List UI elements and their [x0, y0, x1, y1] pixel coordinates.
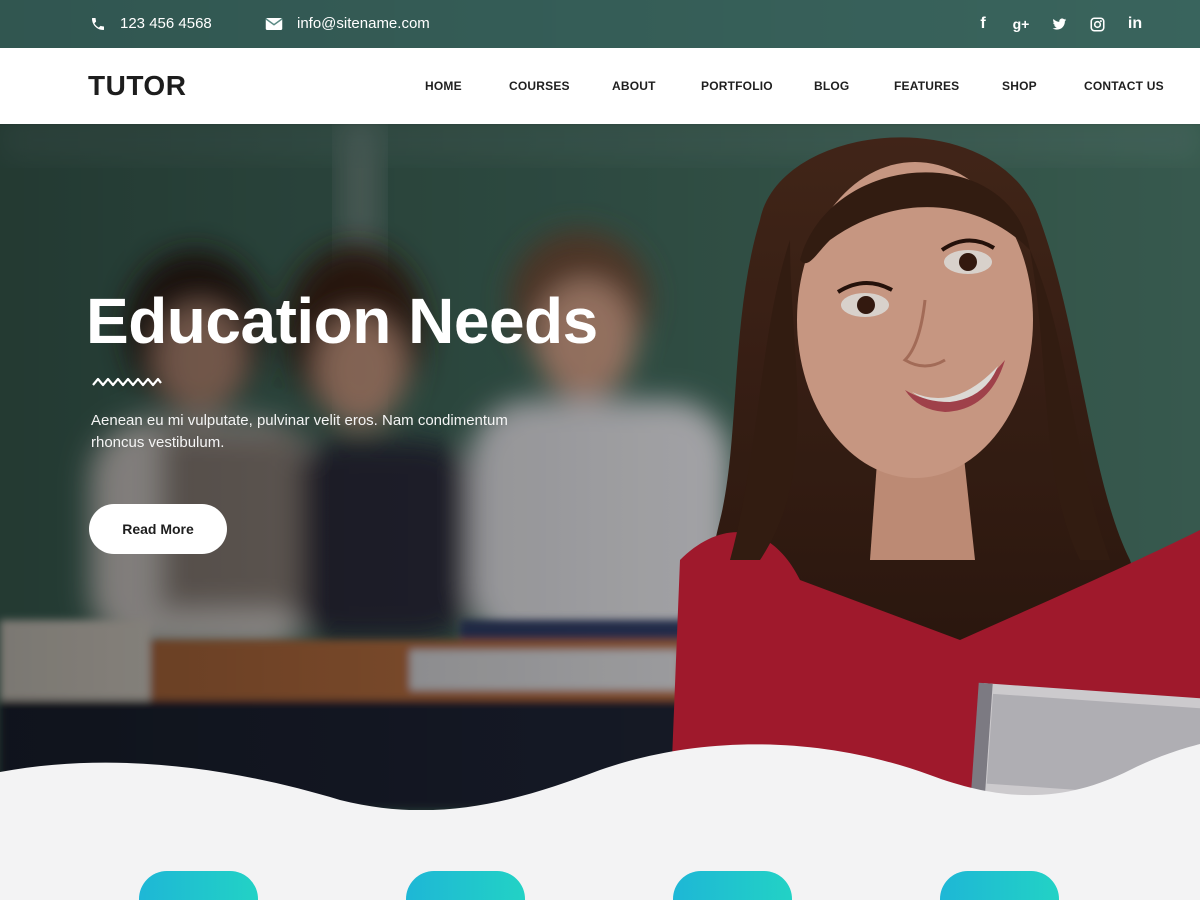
facebook-icon[interactable]: f — [964, 13, 1002, 35]
main-menu: HOME COURSES ABOUT PORTFOLIO BLOG FEATUR… — [0, 79, 1200, 99]
twitter-bird-glyph — [1052, 17, 1066, 30]
instagram-icon[interactable] — [1078, 13, 1116, 35]
menu-item-contact-us[interactable]: CONTACT US — [1084, 79, 1164, 93]
zigzag-divider — [92, 377, 162, 387]
top-contact-bar: 123 456 4568 info@sitename.com f g+ in — [0, 0, 1200, 48]
menu-item-portfolio[interactable]: PORTFOLIO — [701, 79, 773, 93]
main-navbar: TUTOR HOME COURSES ABOUT PORTFOLIO BLOG … — [0, 48, 1200, 124]
email-contact[interactable]: info@sitename.com — [265, 15, 430, 32]
instagram-camera-glyph — [1089, 16, 1105, 32]
feature-card-3[interactable] — [673, 871, 792, 900]
hero-title: Education Needs — [86, 285, 598, 357]
linkedin-icon[interactable]: in — [1116, 13, 1154, 35]
hero-description: Aenean eu mi vulputate, pulvinar velit e… — [91, 412, 508, 451]
social-links: f g+ in — [964, 13, 1154, 35]
twitter-icon[interactable] — [1040, 13, 1078, 35]
menu-item-blog[interactable]: BLOG — [814, 79, 849, 93]
feature-card-1[interactable] — [139, 871, 258, 900]
feature-card-2[interactable] — [406, 871, 525, 900]
phone-icon — [92, 17, 104, 30]
menu-item-shop[interactable]: SHOP — [1002, 79, 1037, 93]
menu-item-features[interactable]: FEATURES — [894, 79, 959, 93]
email-address: info@sitename.com — [297, 15, 430, 32]
feature-card-4[interactable] — [940, 871, 1059, 900]
google-plus-icon[interactable]: g+ — [1002, 13, 1040, 35]
read-more-button[interactable]: Read More — [89, 504, 227, 554]
menu-item-about[interactable]: ABOUT — [612, 79, 656, 93]
phone-number: 123 456 4568 — [120, 15, 212, 32]
envelope-icon — [265, 17, 283, 30]
menu-item-courses[interactable]: COURSES — [509, 79, 570, 93]
menu-item-home[interactable]: HOME — [425, 79, 462, 93]
phone-contact[interactable]: 123 456 4568 — [90, 15, 212, 32]
